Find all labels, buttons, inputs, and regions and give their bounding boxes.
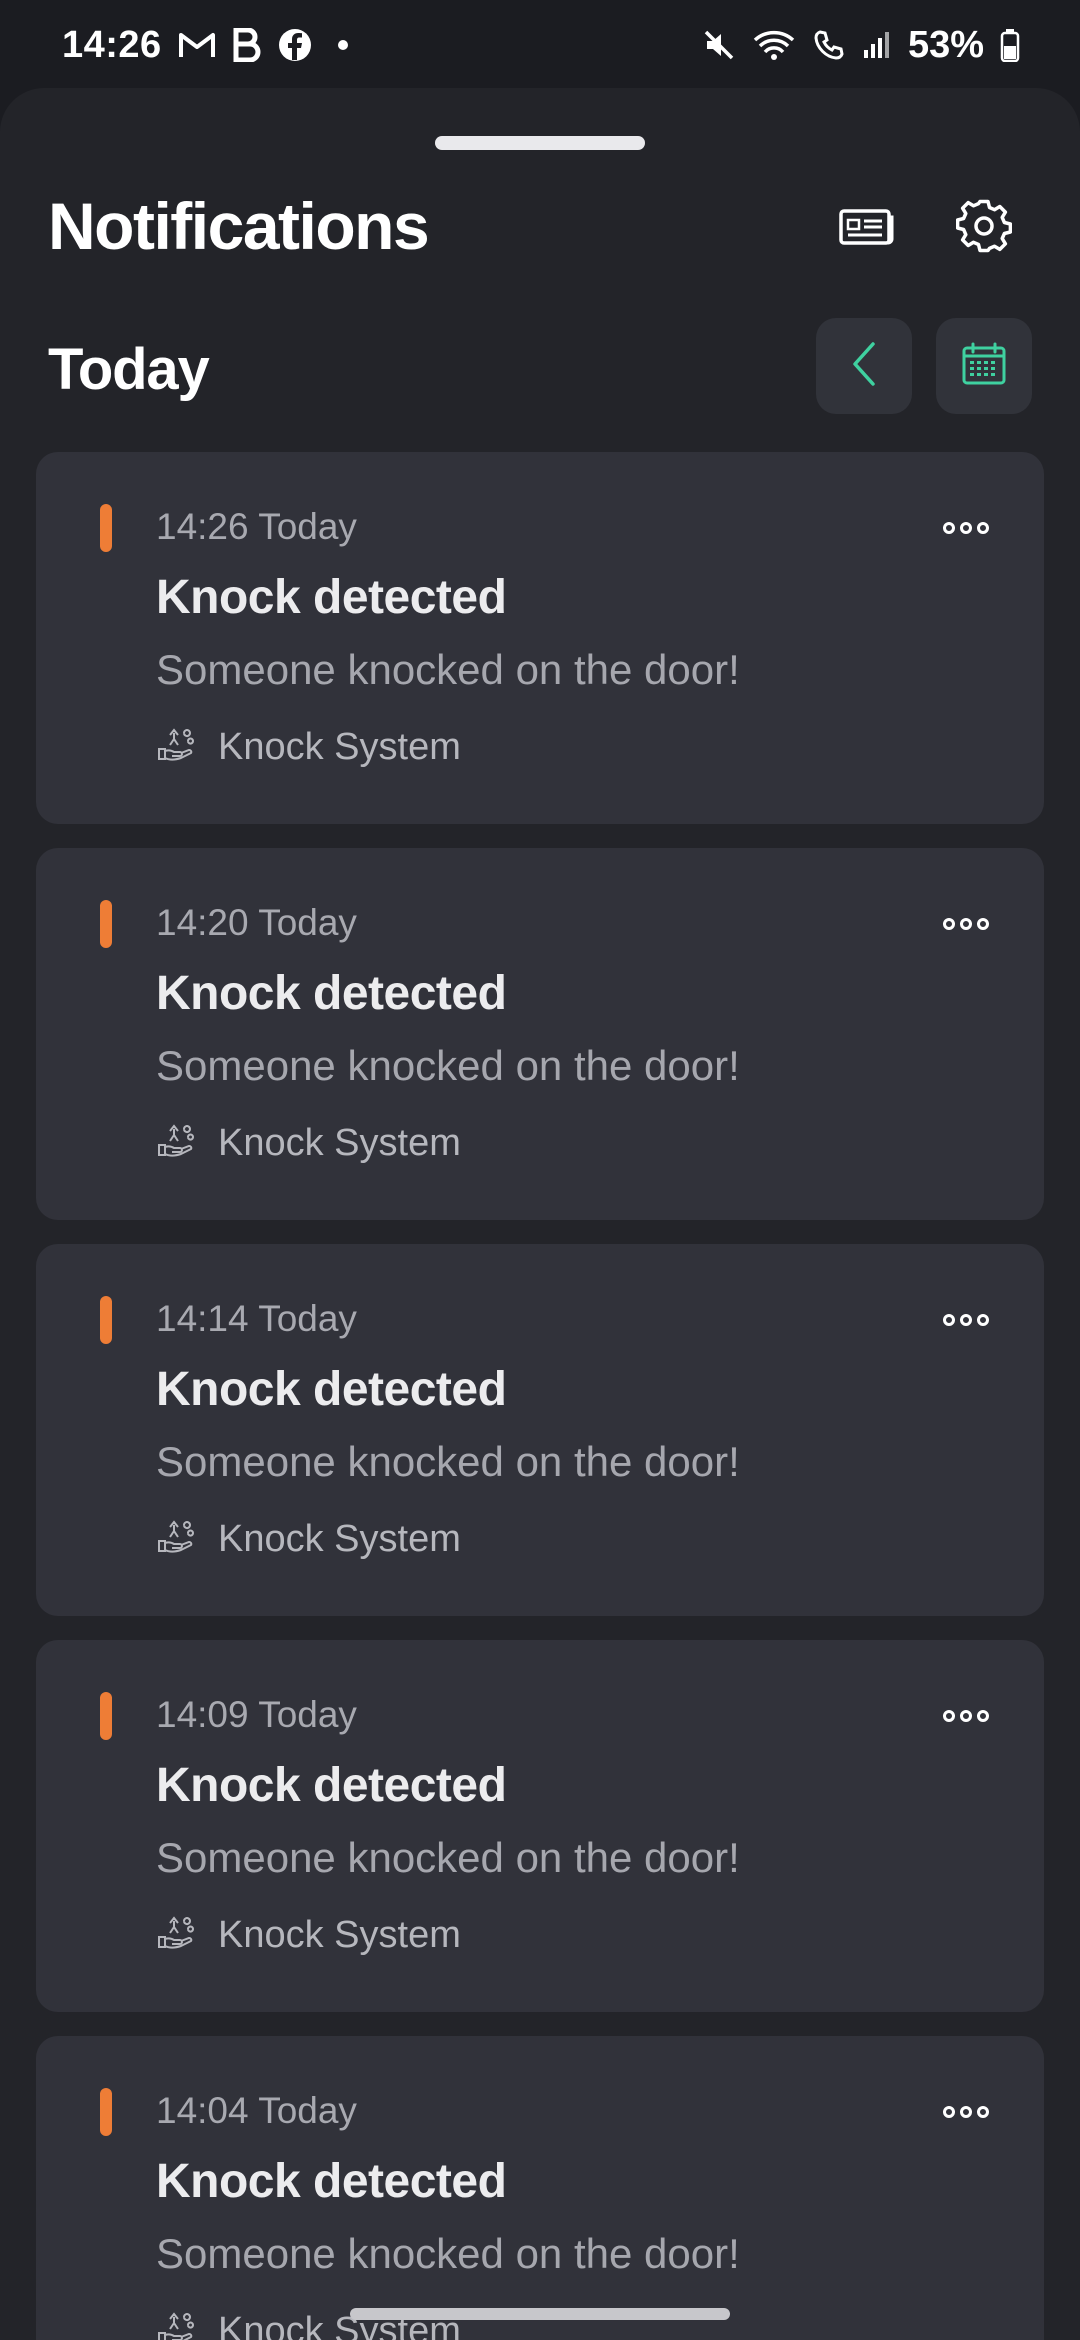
notification-time: 14:09 Today (156, 1694, 357, 1735)
mute-icon (702, 28, 736, 62)
news-feed-icon (838, 206, 894, 251)
notification-card[interactable]: 14:26 Today Knock detected Someone knock… (36, 452, 1044, 824)
notification-list: 14:26 Today Knock detected Someone knock… (36, 452, 1044, 2340)
notification-card[interactable]: 14:04 Today Knock detected Someone knock… (36, 2036, 1044, 2340)
knock-hand-icon (156, 1915, 196, 1956)
notification-body: Someone knocked on the door! (156, 2230, 740, 2277)
wifi-call-icon (812, 28, 846, 62)
knock-hand-icon (156, 1123, 196, 1164)
battery-icon (1000, 28, 1020, 62)
more-options-button[interactable] (936, 1698, 996, 1734)
facebook-icon (278, 28, 312, 62)
status-bar-right: 53% (702, 24, 1020, 67)
wifi-icon (752, 28, 796, 62)
notification-body: Someone knocked on the door! (156, 1438, 740, 1485)
notifications-sheet: Notifications Today 14:26 Today Knock de… (0, 88, 1080, 2340)
notification-source: Knock System (156, 1122, 461, 1165)
status-time: 14:26 (62, 23, 162, 66)
notification-source: Knock System (156, 1914, 461, 1957)
knock-hand-icon (156, 2311, 196, 2340)
notification-card[interactable]: 14:14 Today Knock detected Someone knock… (36, 1244, 1044, 1616)
gear-icon (955, 198, 1013, 259)
notification-dot (337, 40, 348, 50)
drag-handle[interactable] (435, 136, 645, 150)
signal-icon (862, 30, 892, 60)
notification-source-label: Knock System (218, 1122, 461, 1164)
unread-marker (100, 900, 112, 948)
unread-marker (100, 504, 112, 552)
notification-source: Knock System (156, 726, 461, 769)
knock-hand-icon (156, 727, 196, 768)
calendar-icon (961, 342, 1007, 391)
chevron-left-icon (849, 341, 879, 392)
battery-percent: 53% (907, 23, 984, 66)
notification-body: Someone knocked on the door! (156, 646, 740, 693)
gmail-icon (178, 30, 216, 60)
notification-source: Knock System (156, 1518, 461, 1561)
notification-body: Someone knocked on the door! (156, 1834, 740, 1881)
previous-day-button[interactable] (816, 318, 912, 414)
gesture-navigation-bar[interactable] (350, 2308, 730, 2320)
more-options-button[interactable] (936, 510, 996, 546)
status-bar: 14:26 53% (0, 0, 1080, 90)
notification-time: 14:14 Today (156, 1298, 357, 1339)
notification-body: Someone knocked on the door! (156, 1042, 740, 1089)
knock-hand-icon (156, 1519, 196, 1560)
notification-time: 14:26 Today (156, 506, 357, 547)
page-title: Notifications (48, 189, 430, 263)
status-bar-left: 14:26 (62, 24, 348, 67)
more-options-button[interactable] (936, 906, 996, 942)
unread-marker (100, 1296, 112, 1344)
notification-source-label: Knock System (218, 726, 461, 768)
more-options-button[interactable] (936, 1302, 996, 1338)
notification-time: 14:20 Today (156, 902, 357, 943)
news-feed-button[interactable] (826, 188, 906, 268)
notification-card[interactable]: 14:20 Today Knock detected Someone knock… (36, 848, 1044, 1220)
more-options-button[interactable] (936, 2094, 996, 2130)
notification-title: Knock detected (156, 571, 507, 624)
notification-title: Knock detected (156, 1759, 507, 1812)
bold-b-icon (232, 28, 262, 62)
notification-title: Knock detected (156, 2155, 507, 2208)
unread-marker (100, 2088, 112, 2136)
notification-source-label: Knock System (218, 1914, 461, 1956)
notification-title: Knock detected (156, 1363, 507, 1416)
section-title-today: Today (48, 337, 210, 402)
calendar-button[interactable] (936, 318, 1032, 414)
notification-title: Knock detected (156, 967, 507, 1020)
notification-source-label: Knock System (218, 1518, 461, 1560)
notification-time: 14:04 Today (156, 2090, 357, 2131)
notification-card[interactable]: 14:09 Today Knock detected Someone knock… (36, 1640, 1044, 2012)
settings-button[interactable] (944, 188, 1024, 268)
unread-marker (100, 1692, 112, 1740)
